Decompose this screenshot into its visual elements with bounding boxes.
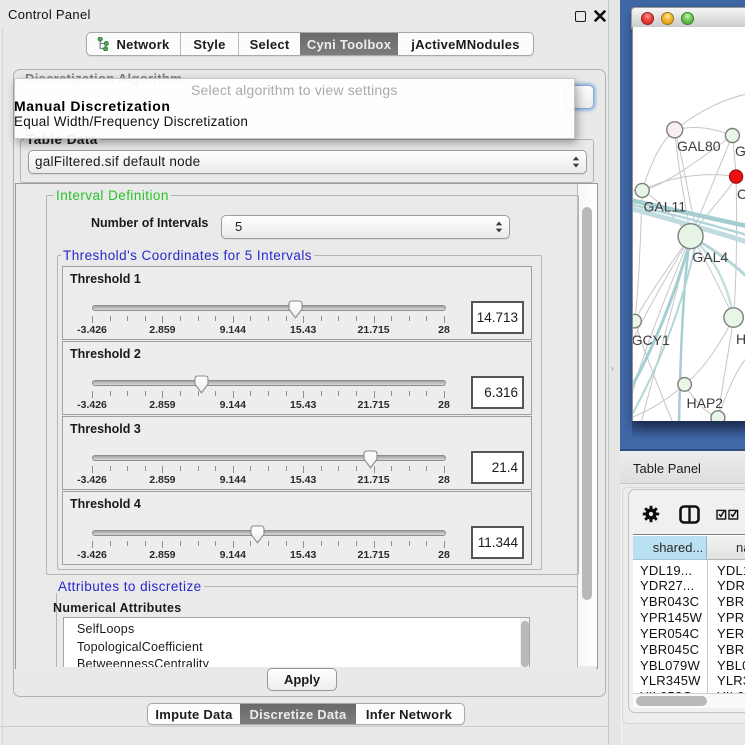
svg-text:GAL4: GAL4 (692, 249, 728, 265)
svg-text:GA: GA (735, 143, 745, 159)
svg-text:GAL80: GAL80 (677, 138, 721, 154)
svg-text:C: C (737, 186, 745, 202)
svg-text:H: H (736, 331, 745, 347)
svg-text:GAL11: GAL11 (644, 199, 687, 215)
svg-text:GCY1: GCY1 (633, 332, 670, 348)
svg-text:HAP2: HAP2 (687, 395, 724, 411)
